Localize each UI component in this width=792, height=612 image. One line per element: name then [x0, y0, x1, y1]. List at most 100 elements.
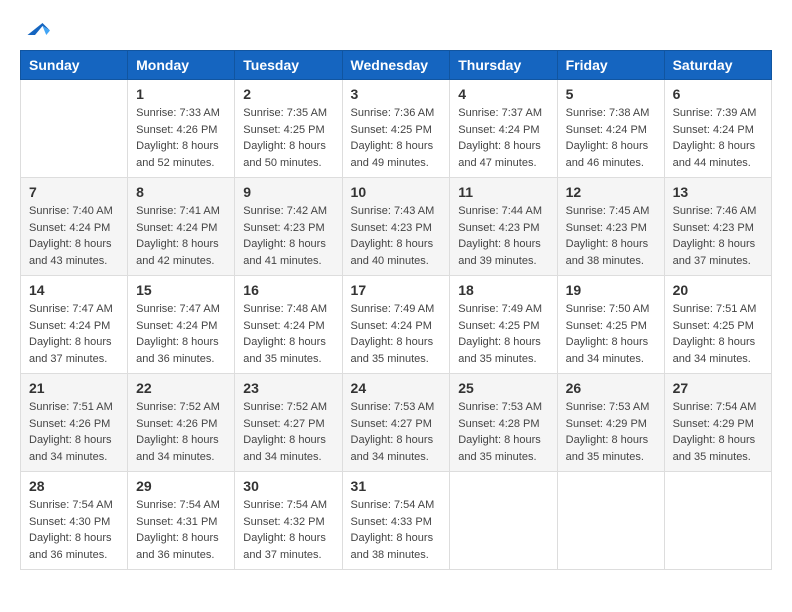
calendar-header-row: SundayMondayTuesdayWednesdayThursdayFrid…	[21, 51, 772, 80]
day-info: Sunrise: 7:45 AM Sunset: 4:23 PM Dayligh…	[566, 203, 656, 269]
day-number: 21	[29, 380, 119, 396]
calendar-cell: 8Sunrise: 7:41 AM Sunset: 4:24 PM Daylig…	[128, 178, 235, 276]
day-number: 24	[351, 380, 442, 396]
day-number: 26	[566, 380, 656, 396]
day-info: Sunrise: 7:36 AM Sunset: 4:25 PM Dayligh…	[351, 105, 442, 171]
day-number: 18	[458, 282, 548, 298]
calendar-cell: 22 Sunrise: 7:52 AM Sunset: 4:26 PM Dayli…	[128, 374, 235, 472]
day-info: Sunrise: 7:52 AM Sunset: 4:26 PM Dayligh…	[136, 399, 226, 465]
calendar-cell: 20 Sunrise: 7:51 AM Sunset: 4:25 PM Dayli…	[664, 276, 771, 374]
day-info: Sunrise: 7:43 AM Sunset: 4:23 PM Dayligh…	[351, 203, 442, 269]
day-info: Sunrise: 7:41 AM Sunset: 4:24 PM Dayligh…	[136, 203, 226, 269]
day-number: 7	[29, 184, 119, 200]
page-header	[20, 20, 772, 40]
day-info: Sunrise: 7:49 AM Sunset: 4:24 PM Dayligh…	[351, 301, 442, 367]
day-info: Sunrise: 7:44 AM Sunset: 4:23 PM Dayligh…	[458, 203, 548, 269]
day-info: Sunrise: 7:47 AM Sunset: 4:24 PM Dayligh…	[136, 301, 226, 367]
day-number: 19	[566, 282, 656, 298]
day-info: Sunrise: 7:54 AM Sunset: 4:29 PM Dayligh…	[673, 399, 763, 465]
day-number: 16	[243, 282, 333, 298]
calendar-cell: 28 Sunrise: 7:54 AM Sunset: 4:30 PM Dayli…	[21, 472, 128, 570]
calendar-cell: 3 Sunrise: 7:36 AM Sunset: 4:25 PM Daylig…	[342, 80, 450, 178]
logo	[20, 20, 54, 40]
column-header-thursday: Thursday	[450, 51, 557, 80]
column-header-friday: Friday	[557, 51, 664, 80]
column-header-monday: Monday	[128, 51, 235, 80]
day-info: Sunrise: 7:51 AM Sunset: 4:25 PM Dayligh…	[673, 301, 763, 367]
day-number: 27	[673, 380, 763, 396]
calendar-cell: 5Sunrise: 7:38 AM Sunset: 4:24 PM Daylig…	[557, 80, 664, 178]
calendar-cell	[664, 472, 771, 570]
calendar-cell: 31Sunrise: 7:54 AM Sunset: 4:33 PM Dayli…	[342, 472, 450, 570]
calendar-cell: 18 Sunrise: 7:49 AM Sunset: 4:25 PM Dayli…	[450, 276, 557, 374]
calendar-cell	[450, 472, 557, 570]
calendar-cell: 26 Sunrise: 7:53 AM Sunset: 4:29 PM Dayli…	[557, 374, 664, 472]
calendar-cell: 17 Sunrise: 7:49 AM Sunset: 4:24 PM Dayli…	[342, 276, 450, 374]
day-number: 30	[243, 478, 333, 494]
day-info: Sunrise: 7:53 AM Sunset: 4:27 PM Dayligh…	[351, 399, 442, 465]
day-info: Sunrise: 7:42 AM Sunset: 4:23 PM Dayligh…	[243, 203, 333, 269]
day-number: 22	[136, 380, 226, 396]
day-info: Sunrise: 7:49 AM Sunset: 4:25 PM Dayligh…	[458, 301, 548, 367]
day-info: Sunrise: 7:54 AM Sunset: 4:30 PM Dayligh…	[29, 497, 119, 563]
day-info: Sunrise: 7:40 AM Sunset: 4:24 PM Dayligh…	[29, 203, 119, 269]
calendar-cell: 16 Sunrise: 7:48 AM Sunset: 4:24 PM Dayli…	[235, 276, 342, 374]
calendar-cell: 4Sunrise: 7:37 AM Sunset: 4:24 PM Daylig…	[450, 80, 557, 178]
calendar-cell	[557, 472, 664, 570]
day-number: 28	[29, 478, 119, 494]
day-info: Sunrise: 7:52 AM Sunset: 4:27 PM Dayligh…	[243, 399, 333, 465]
day-number: 3	[351, 86, 442, 102]
column-header-saturday: Saturday	[664, 51, 771, 80]
day-info: Sunrise: 7:38 AM Sunset: 4:24 PM Dayligh…	[566, 105, 656, 171]
calendar-week-2: 7 Sunrise: 7:40 AM Sunset: 4:24 PM Daylig…	[21, 178, 772, 276]
calendar-cell	[21, 80, 128, 178]
day-info: Sunrise: 7:48 AM Sunset: 4:24 PM Dayligh…	[243, 301, 333, 367]
day-info: Sunrise: 7:39 AM Sunset: 4:24 PM Dayligh…	[673, 105, 763, 171]
calendar-cell: 29Sunrise: 7:54 AM Sunset: 4:31 PM Dayli…	[128, 472, 235, 570]
day-number: 14	[29, 282, 119, 298]
day-number: 10	[351, 184, 442, 200]
calendar-cell: 6Sunrise: 7:39 AM Sunset: 4:24 PM Daylig…	[664, 80, 771, 178]
calendar-cell: 12 Sunrise: 7:45 AM Sunset: 4:23 PM Dayli…	[557, 178, 664, 276]
day-number: 2	[243, 86, 333, 102]
day-number: 15	[136, 282, 226, 298]
day-number: 1	[136, 86, 226, 102]
calendar-cell: 9 Sunrise: 7:42 AM Sunset: 4:23 PM Daylig…	[235, 178, 342, 276]
day-number: 23	[243, 380, 333, 396]
day-number: 20	[673, 282, 763, 298]
calendar-cell: 24 Sunrise: 7:53 AM Sunset: 4:27 PM Dayli…	[342, 374, 450, 472]
day-info: Sunrise: 7:46 AM Sunset: 4:23 PM Dayligh…	[673, 203, 763, 269]
calendar-cell: 23 Sunrise: 7:52 AM Sunset: 4:27 PM Dayli…	[235, 374, 342, 472]
calendar-week-1: 1 Sunrise: 7:33 AM Sunset: 4:26 PM Daylig…	[21, 80, 772, 178]
calendar-cell: 11 Sunrise: 7:44 AM Sunset: 4:23 PM Dayli…	[450, 178, 557, 276]
calendar-cell: 19 Sunrise: 7:50 AM Sunset: 4:25 PM Dayli…	[557, 276, 664, 374]
calendar-cell: 14Sunrise: 7:47 AM Sunset: 4:24 PM Dayli…	[21, 276, 128, 374]
calendar-cell: 27 Sunrise: 7:54 AM Sunset: 4:29 PM Dayli…	[664, 374, 771, 472]
logo-icon	[20, 20, 50, 38]
calendar-week-4: 21 Sunrise: 7:51 AM Sunset: 4:26 PM Dayli…	[21, 374, 772, 472]
day-info: Sunrise: 7:53 AM Sunset: 4:29 PM Dayligh…	[566, 399, 656, 465]
column-header-tuesday: Tuesday	[235, 51, 342, 80]
day-info: Sunrise: 7:54 AM Sunset: 4:31 PM Dayligh…	[136, 497, 226, 563]
day-info: Sunrise: 7:35 AM Sunset: 4:25 PM Dayligh…	[243, 105, 333, 171]
day-number: 11	[458, 184, 548, 200]
day-info: Sunrise: 7:33 AM Sunset: 4:26 PM Dayligh…	[136, 105, 226, 171]
day-info: Sunrise: 7:53 AM Sunset: 4:28 PM Dayligh…	[458, 399, 548, 465]
day-number: 13	[673, 184, 763, 200]
day-number: 17	[351, 282, 442, 298]
calendar-week-5: 28 Sunrise: 7:54 AM Sunset: 4:30 PM Dayli…	[21, 472, 772, 570]
column-header-wednesday: Wednesday	[342, 51, 450, 80]
day-number: 4	[458, 86, 548, 102]
day-number: 9	[243, 184, 333, 200]
day-info: Sunrise: 7:54 AM Sunset: 4:33 PM Dayligh…	[351, 497, 442, 563]
calendar-week-3: 14 Sunrise: 7:47 AM Sunset: 4:24 PM Dayli…	[21, 276, 772, 374]
calendar-cell: 25 Sunrise: 7:53 AM Sunset: 4:28 PM Dayli…	[450, 374, 557, 472]
day-info: Sunrise: 7:51 AM Sunset: 4:26 PM Dayligh…	[29, 399, 119, 465]
calendar-cell: 2 Sunrise: 7:35 AM Sunset: 4:25 PM Daylig…	[235, 80, 342, 178]
calendar-cell: 10 Sunrise: 7:43 AM Sunset: 4:23 PM Dayli…	[342, 178, 450, 276]
day-info: Sunrise: 7:50 AM Sunset: 4:25 PM Dayligh…	[566, 301, 656, 367]
calendar-cell: 30 Sunrise: 7:54 AM Sunset: 4:32 PM Dayli…	[235, 472, 342, 570]
day-info: Sunrise: 7:54 AM Sunset: 4:32 PM Dayligh…	[243, 497, 333, 563]
day-number: 25	[458, 380, 548, 396]
day-number: 12	[566, 184, 656, 200]
